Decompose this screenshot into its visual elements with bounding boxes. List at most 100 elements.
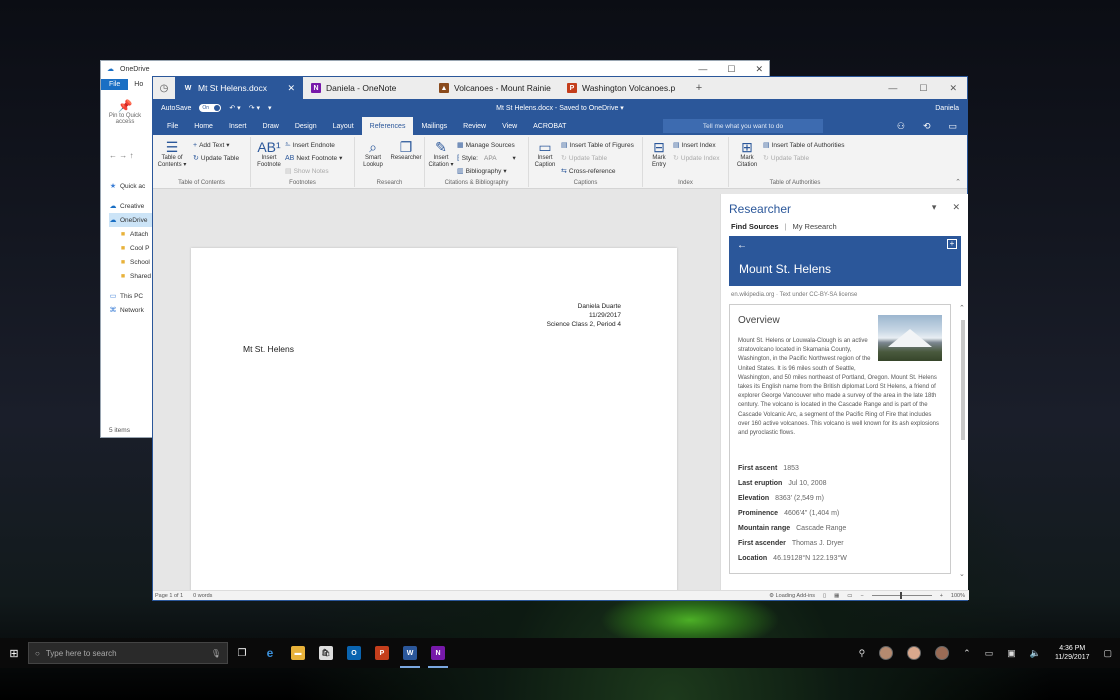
- mark-entry-button[interactable]: ⊟ Mark Entry: [647, 139, 671, 169]
- tab-insert[interactable]: Insert: [221, 117, 255, 135]
- next-footnote-button[interactable]: AB Next Footnote ▾: [285, 154, 342, 163]
- researcher-button[interactable]: ❐ Researcher: [389, 139, 423, 162]
- mark-citation-button[interactable]: ⊞ Mark Citation: [733, 139, 761, 169]
- outlook-icon[interactable]: O: [340, 638, 368, 668]
- bibliography-button[interactable]: ▥ Bibliography ▾: [457, 167, 507, 176]
- contact-avatar[interactable]: [907, 646, 922, 660]
- tree-item[interactable]: ☁ OneDrive: [109, 213, 153, 227]
- tab-design[interactable]: Design: [287, 117, 325, 135]
- autosave-toggle[interactable]: On: [199, 104, 222, 112]
- clock[interactable]: 4:36 PM 11/29/2017: [1055, 644, 1090, 662]
- file-explorer-icon[interactable]: ▬: [284, 638, 312, 668]
- explorer-home-tab[interactable]: Ho: [128, 79, 149, 90]
- explorer-minimize-icon[interactable]: —: [698, 64, 707, 75]
- app-tab[interactable]: W Mt St Helens.docx ✕: [175, 77, 303, 99]
- insert-citation-button[interactable]: ✎ Insert Citation ▾: [427, 139, 455, 169]
- captions-update-table-button[interactable]: ↻ Update Table: [561, 154, 607, 163]
- activity-icon[interactable]: ⟲: [923, 121, 931, 132]
- tab-find-sources[interactable]: Find Sources: [731, 222, 779, 231]
- tab-home[interactable]: Home: [186, 117, 221, 135]
- volume-icon[interactable]: 🔈: [1030, 648, 1041, 659]
- app-tab[interactable]: N Daniela - OneNote: [303, 77, 431, 99]
- document-page[interactable]: Daniela Duarte 11/29/2017 Science Class …: [191, 248, 677, 592]
- insert-table-of-authorities-button[interactable]: ▤ Insert Table of Authorities: [763, 141, 845, 150]
- zoom-level[interactable]: 100%: [951, 593, 965, 599]
- tab-acrobat[interactable]: ACROBAT: [525, 117, 574, 135]
- manage-sources-button[interactable]: ▦ Manage Sources: [457, 141, 515, 150]
- redo-icon[interactable]: ↷ ▾: [249, 104, 260, 112]
- tab-my-research[interactable]: My Research: [792, 222, 836, 231]
- citation-style-select[interactable]: ⁅ Style: APA ▾: [457, 154, 516, 163]
- back-arrow-icon[interactable]: ←: [737, 240, 747, 251]
- zoom-slider[interactable]: [871, 592, 932, 599]
- minimize-icon[interactable]: —: [888, 83, 897, 93]
- app-tab[interactable]: ▲ Volcanoes - Mount Rainie: [431, 77, 559, 99]
- page-count[interactable]: Page 1 of 1: [155, 593, 183, 599]
- contact-avatar[interactable]: [879, 646, 894, 660]
- edge-icon[interactable]: e: [256, 638, 284, 668]
- insert-footnote-button[interactable]: AB¹ Insert Footnote: [255, 139, 283, 169]
- update-index-button[interactable]: ↻ Update Index: [673, 154, 720, 163]
- tab-draw[interactable]: Draw: [254, 117, 286, 135]
- windows-start-icon[interactable]: ⊞: [0, 647, 28, 660]
- insert-index-button[interactable]: ▤ Insert Index: [673, 141, 716, 150]
- customize-qat-icon[interactable]: ▾: [268, 104, 272, 112]
- insert-caption-button[interactable]: ▭ Insert Caption: [533, 139, 557, 169]
- chevron-up-icon[interactable]: ⌃: [963, 648, 971, 659]
- close-icon[interactable]: ✕: [949, 83, 957, 94]
- onenote-icon[interactable]: N: [424, 638, 452, 668]
- people-icon[interactable]: ⚲: [859, 648, 866, 659]
- collapse-ribbon-icon[interactable]: ⌃: [955, 178, 961, 186]
- powerpoint-icon[interactable]: P: [368, 638, 396, 668]
- explorer-nav-arrows[interactable]: ← → ↑: [109, 151, 133, 160]
- tree-item[interactable]: ⌘ Network: [109, 303, 153, 317]
- document-canvas[interactable]: Daniela Duarte 11/29/2017 Science Class …: [153, 244, 719, 592]
- word-window[interactable]: ◷ W Mt St Helens.docx ✕ N Daniela - OneNote ▲…: [152, 76, 969, 601]
- table-of-contents-button[interactable]: ☰ Table of Contents ▾: [157, 139, 187, 169]
- microphone-icon[interactable]: 🎙: [211, 649, 221, 658]
- tree-item[interactable]: ☁ Creative: [109, 199, 153, 213]
- researcher-scrollbar[interactable]: ⌃ ⌄: [959, 304, 966, 578]
- tell-me-search[interactable]: Tell me what you want to do: [663, 119, 823, 133]
- tab-close-icon[interactable]: ✕: [287, 83, 295, 94]
- update-table-button[interactable]: ↻ Update Table: [193, 154, 239, 163]
- maximize-icon[interactable]: ☐: [919, 83, 927, 94]
- tree-item[interactable]: ■ Attach: [109, 227, 153, 241]
- add-topic-icon[interactable]: +: [947, 239, 957, 249]
- explorer-maximize-icon[interactable]: ☐: [727, 64, 735, 75]
- share-person-icon[interactable]: ⚇: [897, 121, 905, 132]
- task-view-icon[interactable]: ❐: [228, 638, 256, 668]
- source-attribution[interactable]: en.wikipedia.org · Text under CC-BY-SA l…: [731, 292, 857, 298]
- pane-options-icon[interactable]: ▾: [932, 202, 937, 213]
- tree-item[interactable]: ■ Cool P: [109, 241, 153, 255]
- battery-icon[interactable]: ▭: [985, 648, 994, 659]
- comments-icon[interactable]: ▭: [948, 121, 957, 132]
- explorer-close-icon[interactable]: ✕: [755, 64, 763, 75]
- tab-references[interactable]: References: [361, 117, 414, 135]
- tab-view[interactable]: View: [494, 117, 525, 135]
- add-text-button[interactable]: + Add Text ▾: [193, 141, 230, 150]
- tree-item[interactable]: ★ Quick ac: [109, 179, 153, 193]
- print-layout-icon[interactable]: ▦: [834, 593, 839, 599]
- action-center-icon[interactable]: ▢: [1103, 648, 1112, 659]
- authorities-update-table-button[interactable]: ↻ Update Table: [763, 154, 809, 163]
- tree-item[interactable]: ■ School: [109, 255, 153, 269]
- contact-avatar[interactable]: [935, 646, 950, 660]
- store-icon[interactable]: 🛍: [312, 638, 340, 668]
- tab-mailings[interactable]: Mailings: [413, 117, 455, 135]
- taskbar-search-box[interactable]: ○ Type here to search 🎙: [28, 642, 228, 664]
- word-icon[interactable]: W: [396, 638, 424, 668]
- web-layout-icon[interactable]: ▭: [847, 593, 852, 599]
- cross-reference-button[interactable]: ⇆ Cross-reference: [561, 167, 615, 176]
- tab-review[interactable]: Review: [455, 117, 494, 135]
- show-notes-button[interactable]: ▤ Show Notes: [285, 167, 329, 176]
- new-tab-button[interactable]: +: [687, 77, 711, 99]
- read-mode-icon[interactable]: ▯: [823, 593, 826, 599]
- app-tab[interactable]: P Washington Volcanoes.p: [559, 77, 687, 99]
- user-name[interactable]: Daniela: [935, 105, 959, 112]
- smart-lookup-button[interactable]: ⌕ Smart Lookup: [359, 139, 387, 169]
- tab-layout[interactable]: Layout: [325, 117, 362, 135]
- tab-file[interactable]: File: [159, 117, 186, 135]
- tree-item[interactable]: ■ Shared: [109, 269, 153, 283]
- undo-icon[interactable]: ↶ ▾: [229, 104, 240, 112]
